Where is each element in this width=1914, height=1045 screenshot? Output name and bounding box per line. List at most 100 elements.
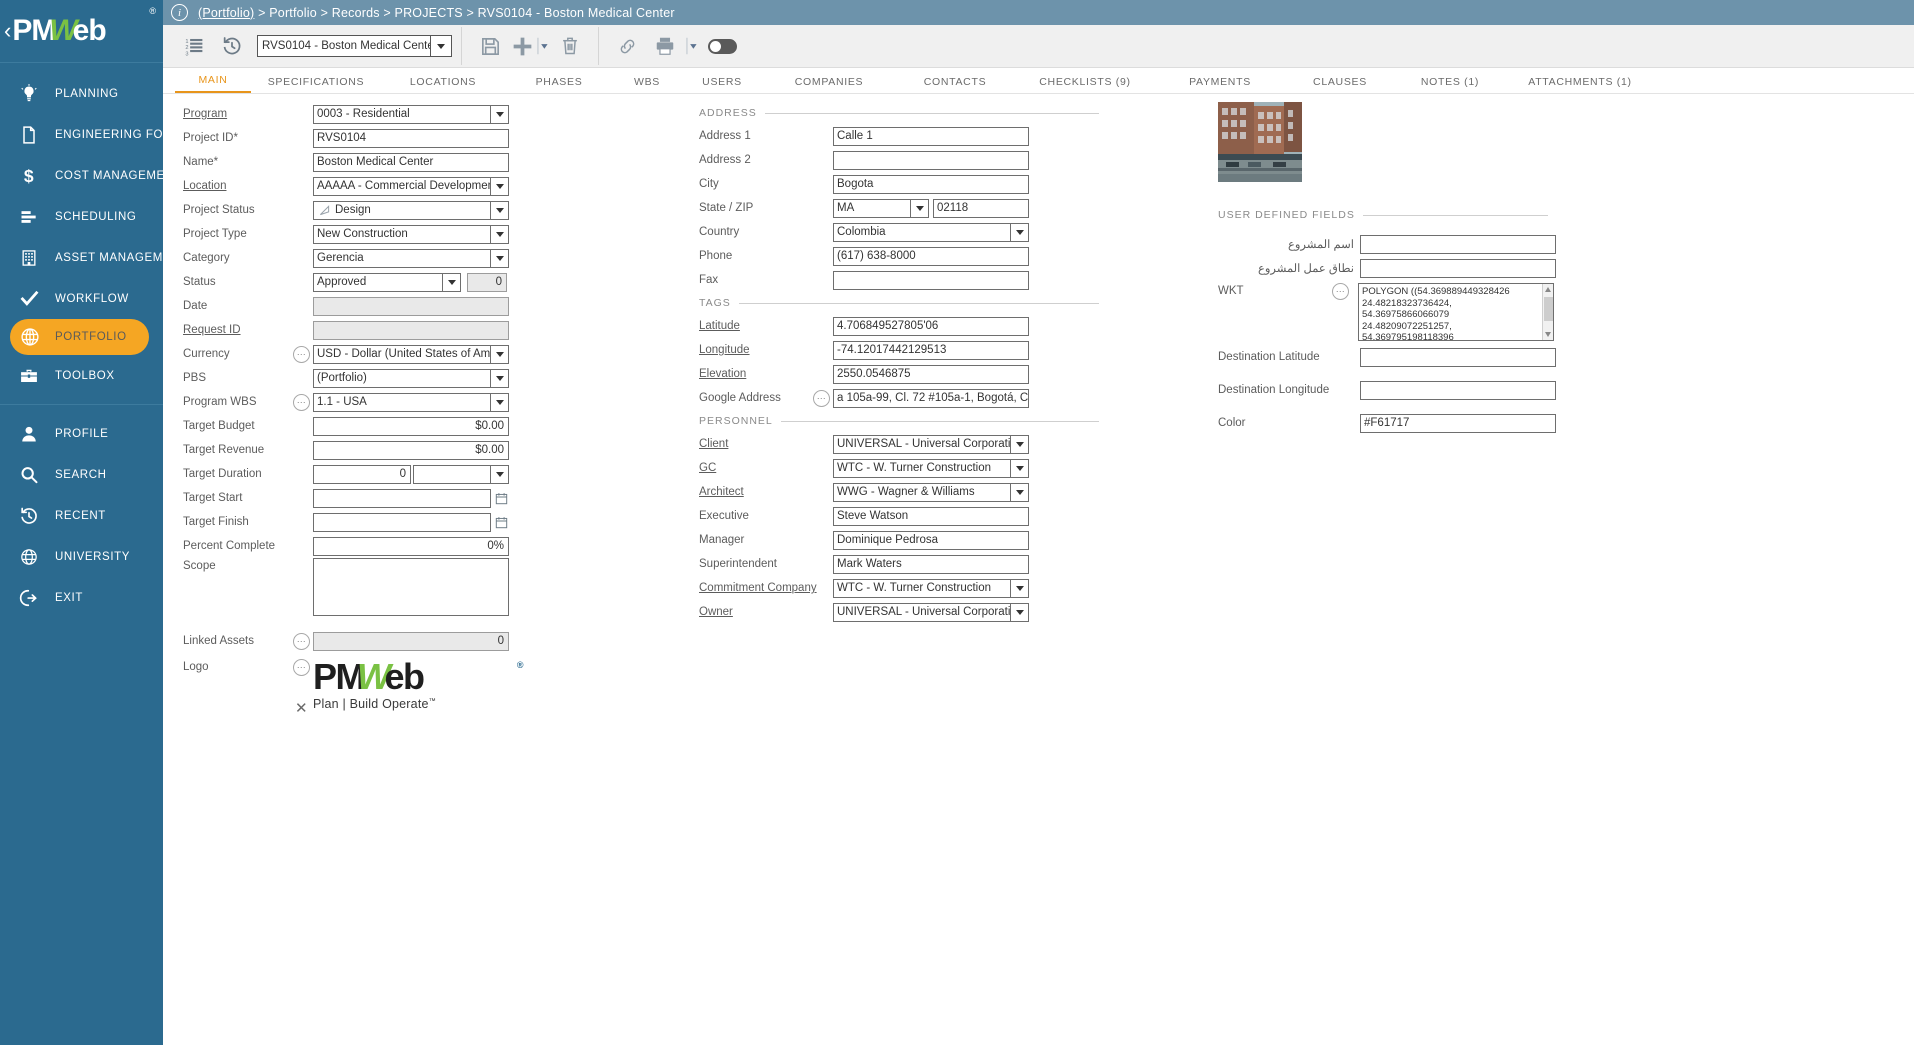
google-address-picker-icon[interactable]: ⋯ (813, 390, 830, 407)
target-duration-unit-select[interactable] (413, 465, 509, 484)
manager-input[interactable]: Dominique Pedrosa (833, 531, 1029, 550)
target-duration-input[interactable]: 0 (313, 465, 411, 484)
client-select[interactable]: UNIVERSAL - Universal Corporation (833, 435, 1029, 454)
sidebar-collapse-icon[interactable]: ‹ (4, 20, 11, 42)
add-dropdown-icon[interactable] (535, 27, 551, 65)
scope-textarea[interactable] (313, 558, 509, 616)
tab-main[interactable]: MAIN (175, 74, 251, 93)
sidebar-item-planning[interactable]: PLANNING (0, 73, 163, 114)
info-icon[interactable]: i (171, 4, 188, 21)
architect-select[interactable]: WWG - Wagner & Williams (833, 483, 1029, 502)
tab-users[interactable]: USERS (681, 76, 763, 93)
target-start-input[interactable] (313, 489, 491, 508)
sidebar-item-engineering-forms[interactable]: ENGINEERING FOR... (0, 114, 163, 155)
city-input[interactable]: Bogota (833, 175, 1029, 194)
phone-input[interactable]: (617) 638-8000 (833, 247, 1029, 266)
target-budget-input[interactable]: $0.00 (313, 417, 509, 436)
name-input[interactable]: Boston Medical Center (313, 153, 509, 172)
list-icon[interactable]: 1 2 3 (175, 27, 213, 65)
project-id-input[interactable]: RVS0104 (313, 129, 509, 148)
link-icon[interactable] (608, 27, 646, 65)
sidebar-item-exit[interactable]: EXIT (0, 577, 163, 618)
target-finish-input[interactable] (313, 513, 491, 532)
chevron-down-icon[interactable] (490, 369, 509, 388)
percent-complete-input[interactable]: 0% (313, 537, 509, 556)
google-address-input[interactable]: a 105a-99, Cl. 72 #105a-1, Bogotá, Colom… (833, 389, 1029, 408)
chevron-down-icon[interactable] (1010, 579, 1029, 598)
executive-input[interactable]: Steve Watson (833, 507, 1029, 526)
chevron-down-icon[interactable] (1010, 223, 1029, 242)
print-icon[interactable] (646, 27, 684, 65)
sidebar-item-search[interactable]: SEARCH (0, 454, 163, 495)
commitment-company-select[interactable]: WTC - W. Turner Construction (833, 579, 1029, 598)
longitude-input[interactable]: -74.12017442129513 (833, 341, 1029, 360)
sidebar-item-profile[interactable]: PROFILE (0, 413, 163, 454)
chevron-down-icon[interactable] (490, 345, 509, 364)
tab-payments[interactable]: PAYMENTS (1155, 76, 1285, 93)
chevron-down-icon[interactable] (490, 177, 509, 196)
zip-input[interactable]: 02118 (933, 199, 1029, 218)
category-select[interactable]: Gerencia (313, 249, 509, 268)
wkt-scrollbar[interactable] (1542, 284, 1553, 340)
chevron-down-icon[interactable] (1010, 435, 1029, 454)
tab-locations[interactable]: LOCATIONS (381, 76, 505, 93)
logo-picker-icon[interactable]: ⋯ (293, 659, 310, 676)
sidebar-item-workflow[interactable]: WORKFLOW (0, 278, 163, 319)
print-dropdown-icon[interactable] (684, 27, 700, 65)
chevron-down-icon[interactable] (490, 393, 509, 412)
country-select[interactable]: Colombia (833, 223, 1029, 242)
status-select[interactable]: Approved (313, 273, 461, 292)
tab-attachments[interactable]: ATTACHMENTS (1) (1505, 76, 1655, 93)
tab-wbs[interactable]: WBS (613, 76, 681, 93)
tab-notes[interactable]: NOTES (1) (1395, 76, 1505, 93)
save-icon[interactable] (471, 27, 509, 65)
chevron-down-icon[interactable] (910, 199, 929, 218)
scroll-up-icon[interactable] (1545, 287, 1551, 292)
scroll-thumb[interactable] (1544, 297, 1553, 321)
chevron-down-icon[interactable] (442, 273, 461, 292)
breadcrumb-root-link[interactable]: (Portfolio) (198, 6, 254, 20)
history-icon[interactable] (213, 27, 251, 65)
sidebar-item-portfolio[interactable]: PORTFOLIO (10, 319, 149, 355)
program-wbs-select[interactable]: 1.1 - USA (313, 393, 509, 412)
tab-clauses[interactable]: CLAUSES (1285, 76, 1395, 93)
toggle-switch[interactable] (708, 39, 737, 54)
scroll-down-icon[interactable] (1545, 332, 1551, 337)
tab-phases[interactable]: PHASES (505, 76, 613, 93)
tab-specifications[interactable]: SPECIFICATIONS (251, 76, 381, 93)
udf-project-name-input[interactable] (1360, 235, 1556, 254)
currency-picker-icon[interactable]: ⋯ (293, 346, 310, 363)
currency-select[interactable]: USD - Dollar (United States of America) (313, 345, 509, 364)
sidebar-item-asset-management[interactable]: ASSET MANAGEME... (0, 237, 163, 278)
calendar-icon[interactable] (495, 492, 509, 505)
chevron-down-icon[interactable] (490, 465, 509, 484)
linked-assets-picker-icon[interactable]: ⋯ (293, 633, 310, 650)
program-wbs-picker-icon[interactable]: ⋯ (293, 394, 310, 411)
chevron-down-icon[interactable] (1010, 603, 1029, 622)
udf-project-scope-input[interactable] (1360, 259, 1556, 278)
wkt-textarea[interactable]: POLYGON ((54.369889449328426 24.48218323… (1358, 283, 1554, 341)
sidebar-item-toolbox[interactable]: TOOLBOX (0, 355, 163, 396)
owner-select[interactable]: UNIVERSAL - Universal Corporation (833, 603, 1029, 622)
delete-icon[interactable] (551, 27, 589, 65)
latitude-input[interactable]: 4.706849527805'06 (833, 317, 1029, 336)
chevron-down-icon[interactable] (430, 36, 451, 56)
superintendent-input[interactable]: Mark Waters (833, 555, 1029, 574)
tab-contacts[interactable]: CONTACTS (895, 76, 1015, 93)
tab-companies[interactable]: COMPANIES (763, 76, 895, 93)
chevron-down-icon[interactable] (490, 105, 509, 124)
sidebar-item-cost-management[interactable]: $ COST MANAGEMENT (0, 155, 163, 196)
destination-latitude-input[interactable] (1360, 348, 1556, 367)
location-select[interactable]: AAAAA - Commercial Development A (313, 177, 509, 196)
color-input[interactable]: #F61717 (1360, 414, 1556, 433)
state-select[interactable]: MA (833, 199, 929, 218)
fax-input[interactable] (833, 271, 1029, 290)
target-revenue-input[interactable]: $0.00 (313, 441, 509, 460)
project-type-select[interactable]: New Construction (313, 225, 509, 244)
sidebar-item-university[interactable]: UNIVERSITY (0, 536, 163, 577)
gc-select[interactable]: WTC - W. Turner Construction (833, 459, 1029, 478)
chevron-down-icon[interactable] (490, 225, 509, 244)
tab-checklists[interactable]: CHECKLISTS (9) (1015, 76, 1155, 93)
destination-longitude-input[interactable] (1360, 381, 1556, 400)
chevron-down-icon[interactable] (1010, 483, 1029, 502)
